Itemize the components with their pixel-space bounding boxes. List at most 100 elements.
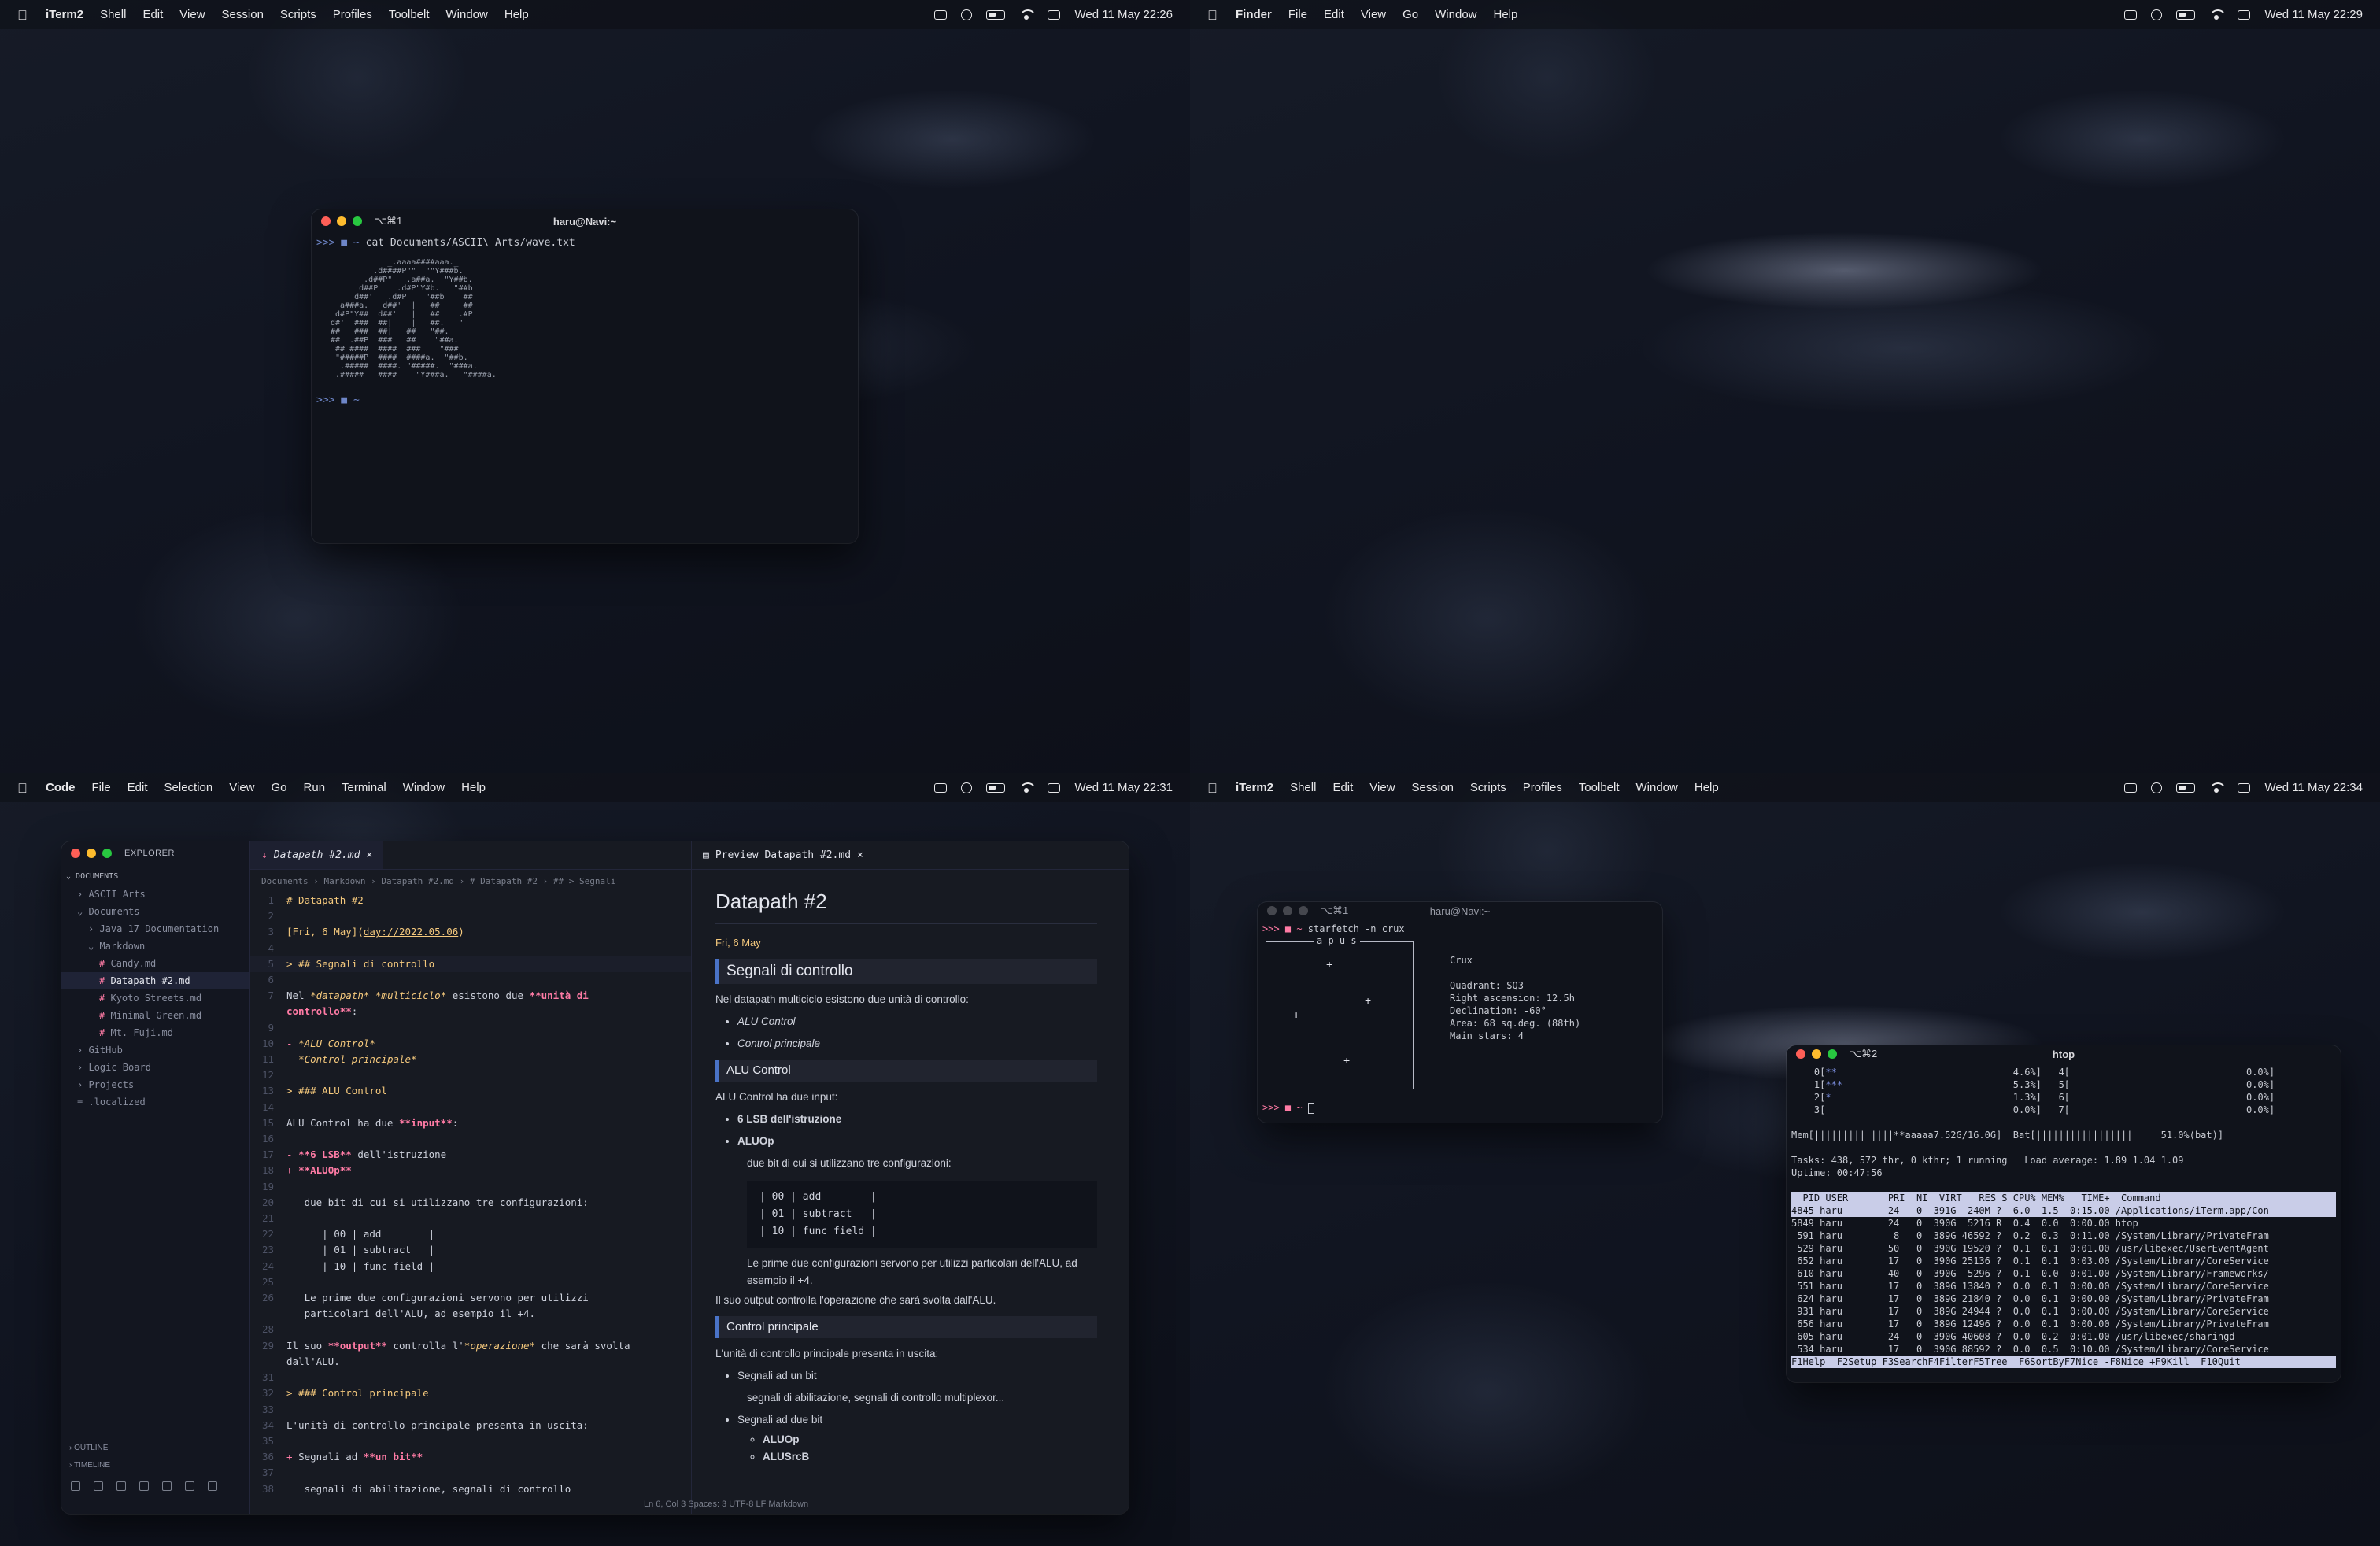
source-control-icon[interactable] — [116, 1481, 126, 1491]
close-tab-icon[interactable]: × — [857, 849, 863, 861]
tree-file[interactable]: # Mt. Fuji.md — [61, 1024, 249, 1041]
close-button[interactable] — [71, 849, 80, 858]
display-icon[interactable] — [2124, 9, 2138, 20]
zoom-button[interactable] — [353, 216, 362, 226]
process-row[interactable]: 591 haru 8 0 389G 46592 ? 0.2 0.3 0:11.0… — [1791, 1230, 2336, 1242]
htop-output[interactable]: 0[** 4.6%] 4[ 0.0%] 1[*** 5.3%] 5[ 0.0%]… — [1787, 1063, 2341, 1371]
zoom-button[interactable] — [1828, 1049, 1837, 1059]
menu-clock[interactable]: Wed 11 May 22:26 — [1074, 8, 1173, 21]
tree-file[interactable]: # Kyoto Streets.md — [61, 989, 249, 1007]
focus-icon[interactable] — [961, 782, 973, 793]
menu-clock[interactable]: Wed 11 May 22:31 — [1074, 781, 1173, 794]
battery-icon[interactable] — [2176, 9, 2196, 20]
battery-icon[interactable] — [986, 9, 1006, 20]
control-center-icon[interactable] — [2238, 9, 2251, 20]
outline-section[interactable]: › OUTLINE — [69, 1440, 110, 1457]
tree-folder[interactable]: › Java 17 Documentation — [61, 920, 249, 938]
tab-preview[interactable]: ▤ Preview Datapath #2.md × — [692, 841, 874, 869]
process-row[interactable]: 551 haru 17 0 389G 13840 ? 0.0 0.1 0:00.… — [1791, 1280, 2336, 1293]
menu-item[interactable]: Edit — [142, 8, 163, 21]
menu-item[interactable]: Window — [1636, 781, 1678, 794]
menu-item[interactable]: Edit — [1324, 8, 1344, 21]
menu-item[interactable]: View — [179, 8, 205, 21]
process-row[interactable]: 624 haru 17 0 389G 21840 ? 0.0 0.1 0:00.… — [1791, 1293, 2336, 1305]
process-row[interactable]: 610 haru 40 0 390G 5296 ? 0.1 0.0 0:01.0… — [1791, 1267, 2336, 1280]
menu-item[interactable]: Scripts — [1470, 781, 1506, 794]
tree-folder[interactable]: ⌄ Documents — [61, 903, 249, 920]
preview-date-link[interactable]: Fri, 6 May — [715, 932, 1097, 954]
tree-file[interactable]: # Minimal Green.md — [61, 1007, 249, 1024]
close-button[interactable] — [1267, 906, 1277, 915]
minimize-button[interactable] — [1283, 906, 1292, 915]
minimize-button[interactable] — [1812, 1049, 1821, 1059]
apple-icon[interactable]:  — [17, 781, 28, 796]
menu-clock[interactable]: Wed 11 May 22:29 — [2264, 8, 2363, 21]
menu-item[interactable]: Shell — [1290, 781, 1316, 794]
menu-item[interactable]: Go — [1402, 8, 1418, 21]
menu-item[interactable]: Help — [1494, 8, 1518, 21]
menu-item[interactable]: Session — [222, 8, 264, 21]
menu-item[interactable]: Go — [272, 781, 287, 794]
menu-item[interactable]: Help — [504, 8, 529, 21]
function-key-bar[interactable]: F1Help F2Setup F3SearchF4FilterF5Tree F6… — [1791, 1356, 2336, 1368]
menu-item[interactable]: View — [229, 781, 254, 794]
close-button[interactable] — [1796, 1049, 1805, 1059]
tree-folder[interactable]: › Logic Board — [61, 1059, 249, 1076]
apple-icon[interactable]:  — [1207, 781, 1218, 796]
timeline-section[interactable]: › TIMELINE — [69, 1457, 110, 1474]
terminal-output[interactable]: >>> ■ ~ cat Documents/ASCII\ Arts/wave.t… — [312, 233, 858, 411]
debug-icon[interactable] — [139, 1481, 149, 1491]
apple-icon[interactable]:  — [1207, 8, 1218, 23]
tree-root[interactable]: ⌄ DOCUMENTS — [61, 868, 249, 886]
menu-item[interactable]: File — [1288, 8, 1307, 21]
process-row[interactable]: 534 haru 17 0 390G 88592 ? 0.0 0.5 0:10.… — [1791, 1343, 2336, 1356]
menu-app-name[interactable]: Finder — [1236, 8, 1272, 21]
battery-icon[interactable] — [986, 782, 1006, 793]
code-editor[interactable]: 1 # Datapath #2 2 3 [Fri, 6 May](day://202… — [250, 893, 691, 1497]
menu-item[interactable]: Toolbelt — [389, 8, 430, 21]
status-text[interactable]: Ln 6, Col 3 Spaces: 3 UTF-8 LF Markdown — [644, 1500, 808, 1509]
display-icon[interactable] — [934, 782, 948, 793]
menu-item[interactable]: Session — [1412, 781, 1454, 794]
menu-item[interactable]: Help — [1694, 781, 1719, 794]
wifi-icon[interactable] — [1019, 782, 1037, 793]
menu-item[interactable]: Window — [403, 781, 445, 794]
menu-app-name[interactable]: iTerm2 — [46, 8, 83, 21]
menu-item[interactable]: File — [92, 781, 111, 794]
menu-item[interactable]: Selection — [164, 781, 213, 794]
menu-item[interactable]: Edit — [1332, 781, 1353, 794]
zoom-button[interactable] — [102, 849, 112, 858]
focus-icon[interactable] — [961, 9, 973, 20]
breadcrumb[interactable]: Documents › Markdown › Datapath #2.md › … — [250, 870, 691, 893]
menu-item[interactable]: Edit — [128, 781, 148, 794]
menu-item[interactable]: Window — [1435, 8, 1476, 21]
menu-item[interactable]: Shell — [100, 8, 126, 21]
tree-file[interactable]: # Candy.md — [61, 955, 249, 972]
tree-folder[interactable]: › ASCII Arts — [61, 886, 249, 903]
search-icon[interactable] — [94, 1481, 103, 1491]
apple-icon[interactable]:  — [17, 8, 28, 23]
settings-icon[interactable] — [208, 1481, 217, 1491]
tree-file[interactable]: ≡ .localized — [61, 1093, 249, 1111]
menu-item[interactable]: View — [1369, 781, 1395, 794]
menu-item[interactable]: Run — [304, 781, 326, 794]
menu-item[interactable]: Window — [446, 8, 488, 21]
tree-file-selected[interactable]: # Datapath #2.md — [61, 972, 249, 989]
menu-item[interactable]: Terminal — [342, 781, 386, 794]
process-row[interactable]: 931 haru 17 0 389G 24944 ? 0.0 0.1 0:00.… — [1791, 1305, 2336, 1318]
menu-item[interactable]: View — [1361, 8, 1386, 21]
wifi-icon[interactable] — [2209, 9, 2227, 20]
account-icon[interactable] — [185, 1481, 194, 1491]
process-header[interactable]: PID USER PRI NI VIRT RES S CPU% MEM% TIM… — [1791, 1192, 2336, 1204]
control-center-icon[interactable] — [1048, 782, 1061, 793]
close-tab-icon[interactable]: × — [366, 849, 372, 861]
zoom-button[interactable] — [1299, 906, 1308, 915]
process-row[interactable]: 652 haru 17 0 390G 25136 ? 0.1 0.1 0:03.… — [1791, 1255, 2336, 1267]
focus-icon[interactable] — [2151, 9, 2163, 20]
close-button[interactable] — [321, 216, 331, 226]
process-row[interactable]: 605 haru 24 0 390G 40608 ? 0.0 0.2 0:01.… — [1791, 1330, 2336, 1343]
menu-item[interactable]: Profiles — [333, 8, 372, 21]
files-icon[interactable] — [71, 1481, 80, 1491]
process-row[interactable]: 529 haru 50 0 390G 19520 ? 0.1 0.1 0:01.… — [1791, 1242, 2336, 1255]
process-row[interactable]: 5849 haru 24 0 390G 5216 R 0.4 0.0 0:00.… — [1791, 1217, 2336, 1230]
